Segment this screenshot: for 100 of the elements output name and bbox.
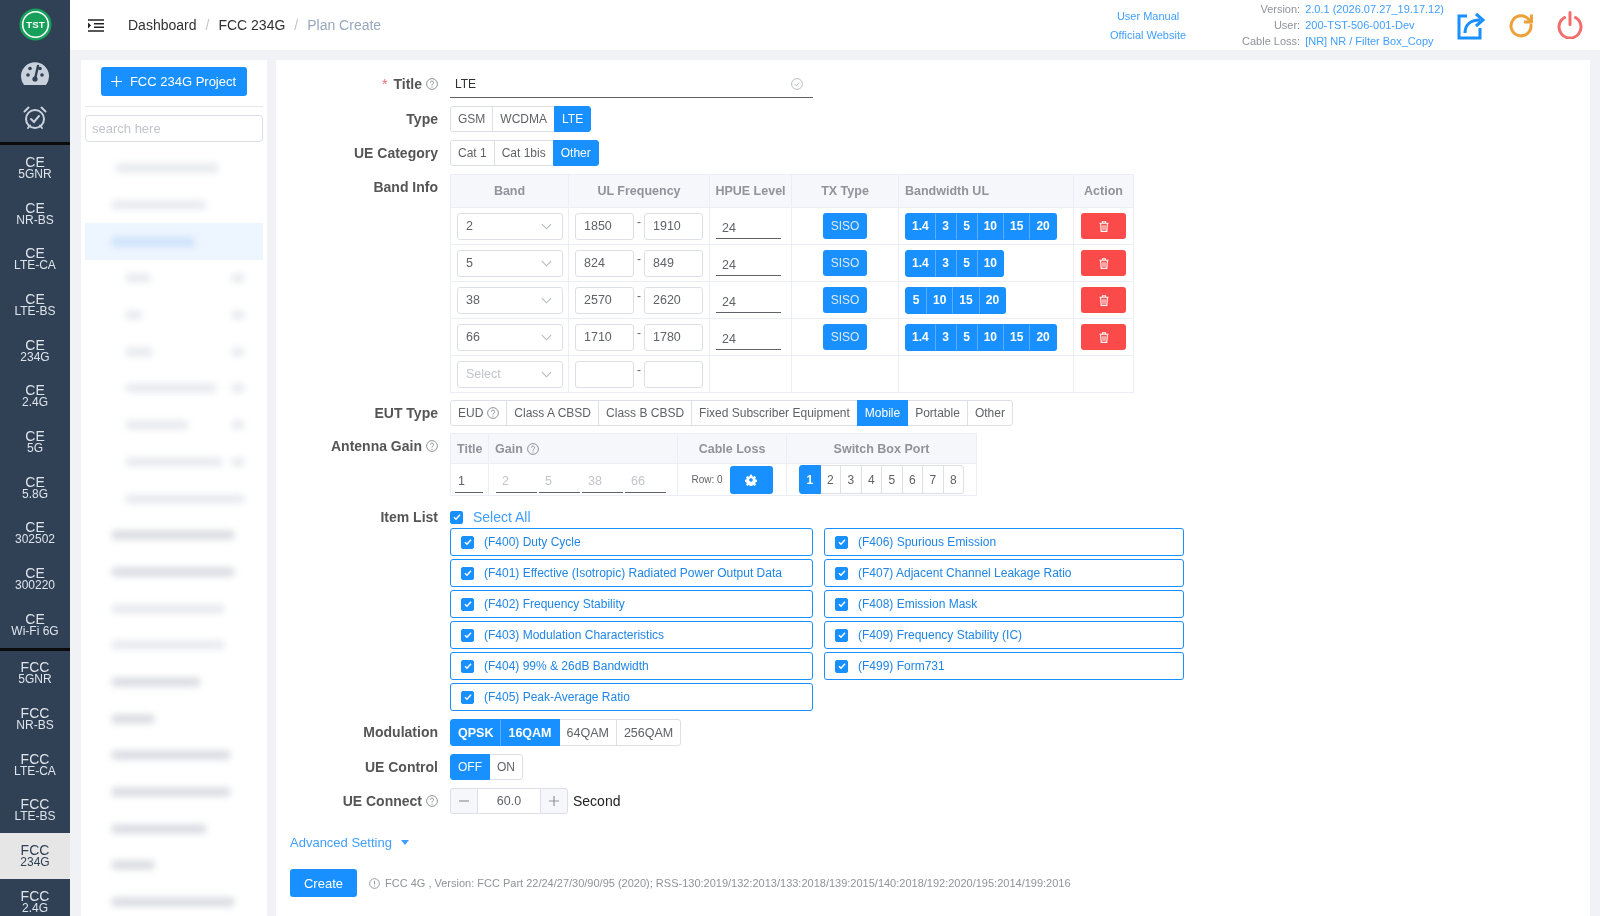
frequency-input[interactable]: 1910 [644,212,703,240]
bandwidth-option[interactable]: 5 [955,212,978,240]
increment-button[interactable] [540,788,568,814]
frequency-input[interactable]: 1710 [575,323,634,351]
port-option[interactable]: 3 [840,465,862,494]
gain-input[interactable]: 38 [582,466,623,493]
delete-button[interactable] [1081,324,1126,350]
checkbox[interactable] [835,628,848,642]
checkbox[interactable] [461,597,474,611]
alarm-clock-icon[interactable] [22,105,48,131]
nav-item[interactable]: FCC 234G [0,833,70,879]
band-select[interactable]: 66 [457,323,563,351]
category-option[interactable]: Cat 1bis [493,140,554,166]
test-item-option[interactable]: (F404) 99% & 26dB Bandwidth [450,652,813,680]
test-item-option[interactable]: (F401) Effective (Isotropic) Radiated Power Output Data [450,559,813,587]
cable-loss-settings-button[interactable] [729,465,773,494]
hpue-input[interactable]: 24 [716,287,781,313]
bandwidth-option[interactable]: 1.4 [905,249,936,277]
frequency-input[interactable]: 2570 [575,286,634,314]
bandwidth-option[interactable]: 10 [926,286,954,314]
test-item-option[interactable]: (F402) Frequency Stability [450,590,813,618]
modulation-option[interactable]: 256QAM [615,719,682,746]
port-option[interactable]: 7 [922,465,944,494]
frequency-input[interactable] [575,360,634,388]
frequency-input[interactable] [644,360,703,388]
frequency-input[interactable]: 824 [575,249,634,277]
gain-input[interactable]: 2 [496,466,537,493]
bandwidth-option[interactable]: 20 [1029,212,1057,240]
refresh-icon[interactable] [1508,12,1534,38]
type-option[interactable]: WCDMA [492,106,555,132]
eut-type-option[interactable]: Other [966,400,1013,426]
bandwidth-option[interactable]: 20 [978,286,1007,314]
search-field[interactable]: search here [85,115,263,142]
eut-type-option[interactable]: Mobile [856,400,909,426]
nav-item[interactable]: CE LTE-CA [0,236,70,283]
nav-item[interactable]: CE Wi-Fi 6G [0,601,70,648]
ue-control-option[interactable]: ON [489,754,523,780]
gain-input[interactable]: 66 [625,466,666,493]
test-item-option[interactable]: (F400) Duty Cycle [450,528,813,556]
nav-item[interactable]: CE LTE-BS [0,282,70,328]
menu-fold-icon[interactable] [88,18,104,32]
category-option[interactable]: Cat 1 [450,140,495,166]
power-icon[interactable] [1556,11,1584,39]
nav-item[interactable]: FCC LTE-BS [0,787,70,834]
bandwidth-option[interactable]: 1.4 [905,212,936,240]
antenna-title-input[interactable]: 1 [455,466,483,493]
port-option[interactable]: 4 [860,465,882,494]
bandwidth-option[interactable]: 5 [955,323,978,351]
band-select[interactable]: 5 [457,249,563,277]
delete-button[interactable] [1081,287,1126,313]
nav-item[interactable]: FCC 5GNR [0,650,70,697]
share-icon[interactable] [1456,10,1486,40]
bandwidth-option[interactable]: 3 [934,323,957,351]
frequency-input[interactable]: 1850 [575,212,634,240]
hpue-input[interactable]: 24 [716,324,781,350]
test-item-option[interactable]: (F405) Peak-Average Ratio [450,683,813,711]
checkbox[interactable] [835,659,848,673]
type-option[interactable]: LTE [554,106,592,132]
band-select[interactable]: 2 [457,212,563,240]
checkbox[interactable] [450,510,463,524]
nav-item[interactable]: FCC NR-BS [0,696,70,742]
bandwidth-option[interactable]: 15 [1003,212,1031,240]
test-item-option[interactable]: (F407) Adjacent Channel Leakage Ratio [824,559,1184,587]
nav-item[interactable]: FCC 2.4G [0,879,70,916]
checkbox[interactable] [461,690,474,704]
eut-type-option[interactable]: Fixed Subscriber Equipment [691,400,858,426]
nav-item[interactable]: CE 302502 [0,510,70,557]
port-option[interactable]: 2 [819,465,841,494]
nav-item[interactable]: CE 234G [0,327,70,374]
nav-item[interactable]: CE 2.4G [0,373,70,420]
port-option[interactable]: 1 [799,465,821,494]
gauge-icon[interactable] [20,60,50,86]
decrement-button[interactable] [450,788,478,814]
modulation-option[interactable]: 16QAM [500,719,560,746]
checkbox[interactable] [461,535,474,549]
checkbox[interactable] [835,566,848,580]
gain-input[interactable]: 5 [539,466,580,493]
test-item-option[interactable]: (F406) Spurious Emission [824,528,1184,556]
frequency-input[interactable]: 2620 [644,286,703,314]
checkbox[interactable] [835,535,848,549]
nav-item[interactable]: FCC LTE-CA [0,741,70,788]
type-option[interactable]: GSM [450,106,494,132]
port-option[interactable]: 8 [942,465,964,494]
eut-type-option[interactable]: Class B CBSD [598,400,693,426]
ue-control-option[interactable]: OFF [450,754,490,780]
test-item-option[interactable]: (F409) Frequency Stability (IC) [824,621,1184,649]
bandwidth-option[interactable]: 1.4 [905,323,936,351]
bandwidth-option[interactable]: 10 [976,212,1005,240]
test-item-option[interactable]: (F408) Emission Mask [824,590,1184,618]
bandwidth-option[interactable]: 5 [955,249,978,277]
hpue-input[interactable]: 24 [716,250,781,276]
nav-item[interactable]: CE 300220 [0,556,70,602]
bandwidth-option[interactable]: 3 [934,249,957,277]
nav-item[interactable]: CE 5GNR [0,145,70,191]
checkbox[interactable] [461,566,474,580]
checkbox[interactable] [461,659,474,673]
frequency-input[interactable]: 1780 [644,323,703,351]
create-button[interactable]: Create [290,869,357,897]
delete-button[interactable] [1081,250,1126,276]
new-project-button[interactable]: FCC 234G Project [100,67,248,96]
